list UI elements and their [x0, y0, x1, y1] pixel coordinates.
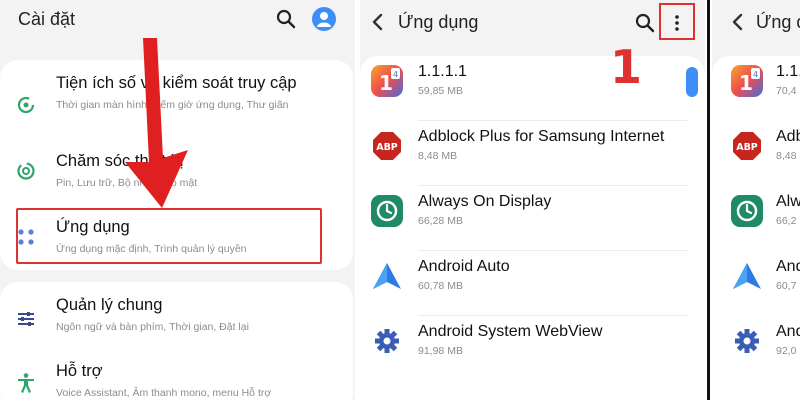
- app-name: Adblock Plus for Samsung Internet: [418, 128, 665, 145]
- android-auto-icon: [730, 259, 764, 293]
- accessibility-icon: [15, 372, 37, 394]
- settings-item-subtitle: Voice Assistant, Âm thanh mono, menu Hỗ …: [56, 387, 272, 399]
- app-size: 91,98 MB: [418, 345, 463, 357]
- app-size: 70,4: [776, 85, 797, 97]
- cloudflare-1111-icon: 1 4: [730, 64, 764, 98]
- settings-card-2: Quản lý chung Ngôn ngữ và bàn phím, Thời…: [0, 282, 353, 400]
- app-size: 92,0: [776, 345, 797, 357]
- abp-icon: ABP: [370, 129, 404, 163]
- apps-title: Ứng dụ: [756, 12, 800, 32]
- apps-title: Ứng dụng: [398, 12, 479, 32]
- device-care-icon: [15, 160, 37, 182]
- android-auto-icon: [370, 259, 404, 293]
- app-name: And: [776, 323, 800, 340]
- app-size: 60,78 MB: [418, 280, 463, 292]
- list-item[interactable]: 1 4 1.1.1.1 59,85 MB: [360, 56, 705, 121]
- app-size: 60,7: [776, 280, 797, 292]
- profile-avatar-icon[interactable]: [312, 7, 336, 31]
- apps-list: 1 4 1.1. 70,4 ABP Adbl 8,48 Alw 66,2: [712, 56, 800, 400]
- list-item[interactable]: Always On Display 66,28 MB: [360, 186, 705, 251]
- digital-wellbeing-icon: [15, 94, 37, 116]
- app-size: 8,48: [776, 150, 797, 162]
- settings-screen: Cài đặt Tiện ích số và kiểm soát truy cậ…: [0, 0, 355, 400]
- scrollbar-thumb[interactable]: [686, 67, 698, 97]
- svg-text:1: 1: [379, 71, 393, 95]
- apps-screen: Ứng dụng 1 4 1.1.1.1 59,85 MB ABP Adbloc…: [360, 0, 705, 400]
- search-icon[interactable]: [275, 8, 297, 30]
- settings-item-accessibility[interactable]: Hỗ trợ Voice Assistant, Âm thanh mono, m…: [0, 354, 353, 400]
- settings-item-subtitle: Ngôn ngữ và bàn phím, Thời gian, Đặt lại: [56, 321, 249, 333]
- back-arrow-icon[interactable]: [368, 10, 388, 34]
- app-name: 1.1.: [776, 63, 800, 80]
- search-icon[interactable]: [634, 12, 656, 34]
- list-item[interactable]: Alw 66,2: [712, 186, 800, 251]
- app-size: 66,28 MB: [418, 215, 463, 227]
- list-item[interactable]: Android System WebView 91,98 MB: [360, 316, 705, 381]
- gear-icon: [730, 324, 764, 358]
- svg-text:ABP: ABP: [736, 142, 758, 153]
- gear-icon: [370, 324, 404, 358]
- settings-title: Cài đặt: [18, 9, 76, 29]
- app-name: Adbl: [776, 128, 800, 145]
- cloudflare-1111-icon: 1 4: [370, 64, 404, 98]
- back-arrow-icon[interactable]: [728, 10, 748, 34]
- app-name: Always On Display: [418, 193, 552, 210]
- clock-icon: [370, 194, 404, 228]
- panel-divider: [705, 0, 712, 400]
- svg-text:4: 4: [753, 70, 758, 79]
- settings-item-title: Quản lý chung: [56, 296, 163, 314]
- app-name: Android System WebView: [418, 323, 603, 340]
- list-item[interactable]: And 60,7: [712, 251, 800, 316]
- sliders-icon: [15, 308, 37, 330]
- list-item[interactable]: ABP Adbl 8,48: [712, 121, 800, 186]
- svg-text:1: 1: [739, 71, 753, 95]
- svg-text:4: 4: [393, 70, 398, 79]
- list-item[interactable]: And 92,0: [712, 316, 800, 381]
- app-name: Alw: [776, 193, 800, 210]
- settings-item-title: Hỗ trợ: [56, 362, 103, 380]
- abp-icon: ABP: [730, 129, 764, 163]
- clock-icon: [730, 194, 764, 228]
- apps-list: 1 4 1.1.1.1 59,85 MB ABP Adblock Plus fo…: [360, 56, 705, 400]
- svg-text:ABP: ABP: [376, 142, 398, 153]
- list-item[interactable]: ABP Adblock Plus for Samsung Internet 8,…: [360, 121, 705, 186]
- app-name: And: [776, 258, 800, 275]
- list-item[interactable]: 1 4 1.1. 70,4: [712, 56, 800, 121]
- apps-screen-partial: Ứng dụ 1 4 1.1. 70,4 ABP Adbl 8,48: [712, 0, 800, 400]
- app-size: 66,2: [776, 215, 797, 227]
- app-size: 8,48 MB: [418, 150, 458, 162]
- more-options-icon[interactable]: [674, 14, 680, 32]
- app-size: 59,85 MB: [418, 85, 463, 97]
- app-name: 1.1.1.1: [418, 63, 467, 80]
- step-number-label: 1: [610, 40, 643, 94]
- red-arrow-pointer: [125, 38, 188, 208]
- app-name: Android Auto: [418, 258, 510, 275]
- list-item[interactable]: Android Auto 60,78 MB: [360, 251, 705, 316]
- settings-item-general-management[interactable]: Quản lý chung Ngôn ngữ và bàn phím, Thời…: [0, 288, 353, 346]
